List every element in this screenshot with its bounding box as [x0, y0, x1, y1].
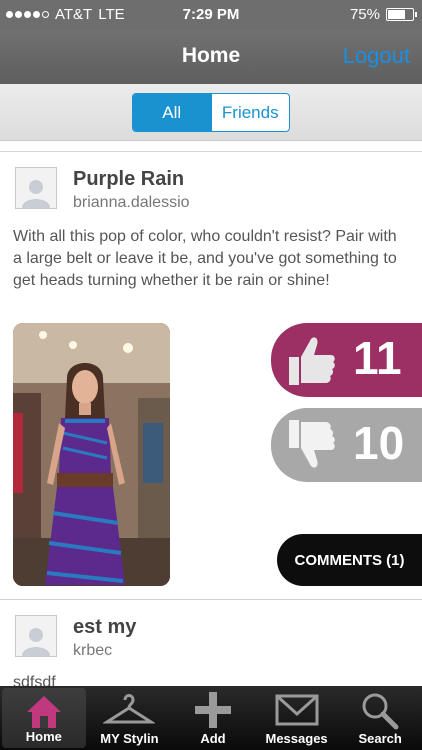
envelope-icon: [275, 694, 319, 726]
filter-bar: All Friends: [0, 84, 422, 141]
battery-info: 75%: [349, 6, 417, 23]
tab-label: MY Stylin: [100, 731, 159, 746]
battery-icon: [386, 8, 417, 21]
status-bar: AT&T LTE 7:29 PM 75%: [0, 0, 422, 30]
dislike-count: 10: [353, 417, 405, 469]
divider: [0, 151, 422, 152]
post-title: Purple Rain: [73, 168, 185, 190]
post-description: sdfsdf: [13, 674, 56, 686]
divider: [0, 599, 422, 600]
tab-label: Add: [200, 731, 226, 746]
outfit-photo[interactable]: [13, 323, 170, 586]
segment-all[interactable]: All: [133, 94, 211, 131]
navigation-bar: Home Logout: [0, 30, 422, 84]
avatar[interactable]: [15, 615, 57, 657]
plus-icon: [194, 692, 231, 728]
avatar[interactable]: [15, 167, 57, 209]
dislike-button[interactable]: 10: [271, 408, 422, 482]
tab-bar: Home MY Stylin Add Messages Search: [0, 686, 422, 750]
tab-home[interactable]: Home: [2, 688, 86, 748]
thumbs-down-icon: [289, 420, 335, 468]
tab-my-stylin[interactable]: MY Stylin: [88, 686, 172, 750]
person-placeholder-icon: [22, 180, 50, 208]
comments-button[interactable]: COMMENTS (1): [277, 534, 422, 586]
tab-label: Search: [358, 731, 402, 746]
tab-label: Messages: [265, 731, 328, 746]
post-description: With all this pop of color, who couldn't…: [13, 228, 397, 289]
magnifier-icon: [362, 693, 399, 730]
segment-friends[interactable]: Friends: [210, 94, 290, 131]
post-feed[interactable]: Purple Rain brianna.dalessio With all th…: [0, 141, 422, 686]
post-username[interactable]: brianna.dalessio: [73, 194, 190, 212]
tab-search[interactable]: Search: [338, 686, 422, 750]
post-title: est my: [73, 616, 137, 638]
outfit-photo-image: [13, 323, 170, 586]
house-icon: [26, 696, 61, 728]
post-username[interactable]: krbec: [73, 642, 112, 660]
feed-filter-segmented-control: All Friends: [132, 93, 290, 132]
person-placeholder-icon: [22, 628, 50, 656]
tab-label: Home: [25, 729, 62, 744]
tab-add[interactable]: Add: [171, 686, 255, 750]
battery-percent: 75%: [349, 6, 380, 23]
tab-messages[interactable]: Messages: [255, 686, 339, 750]
like-count: 11: [353, 332, 402, 384]
like-button[interactable]: 11: [271, 323, 422, 397]
logout-button[interactable]: Logout: [343, 43, 410, 69]
thumbs-up-icon: [289, 337, 335, 385]
hanger-icon: [103, 694, 156, 724]
